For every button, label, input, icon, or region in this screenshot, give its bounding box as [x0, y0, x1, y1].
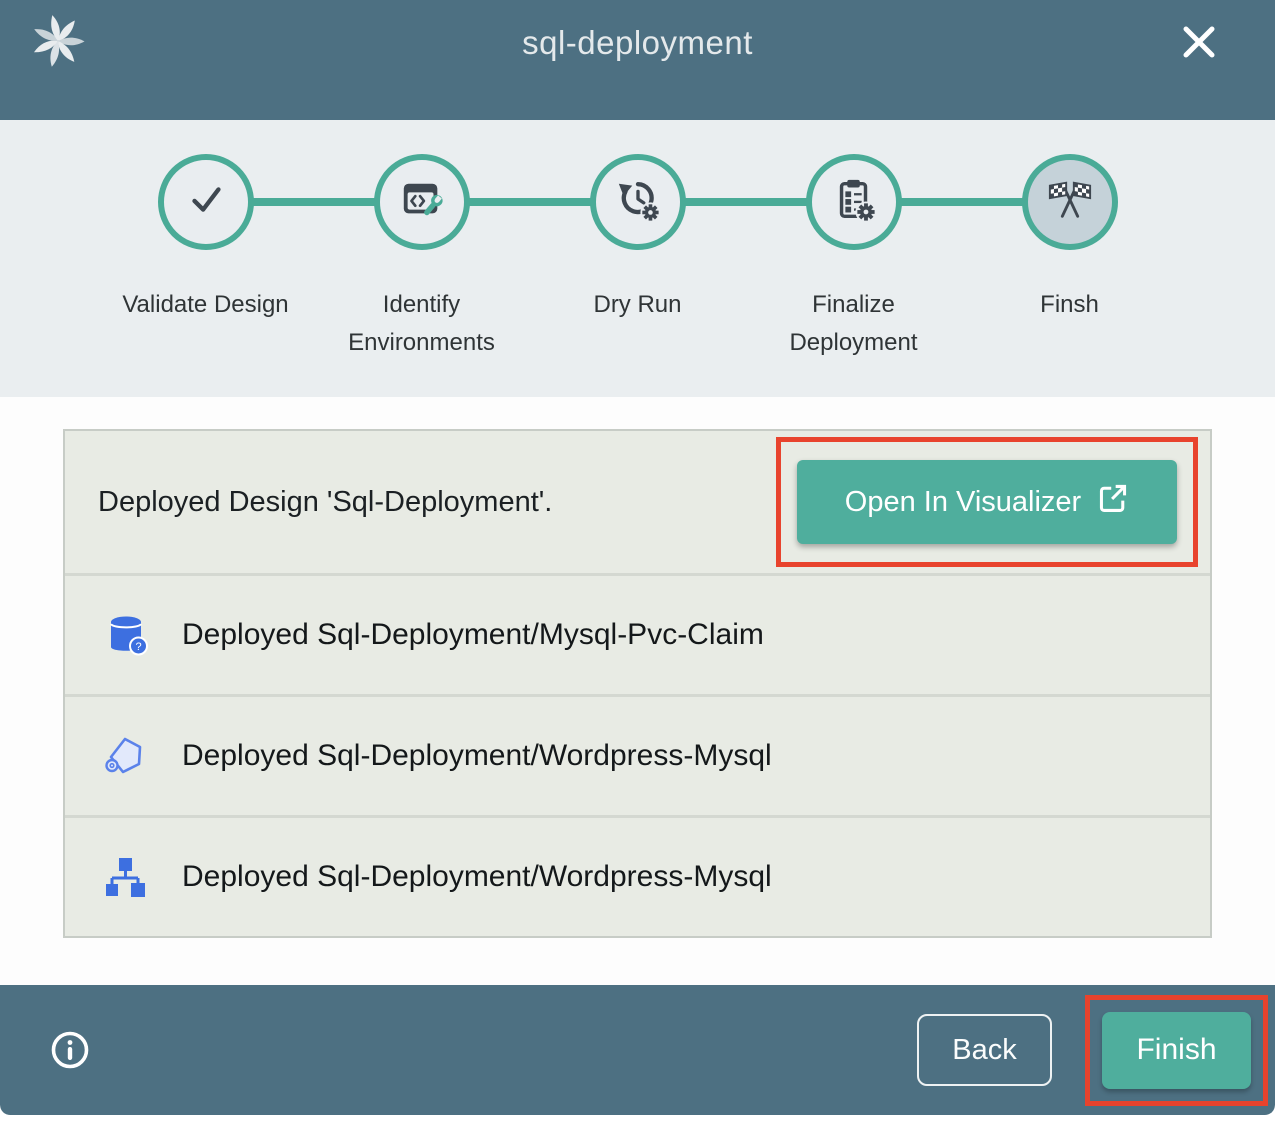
step-circle-finalize[interactable] [806, 154, 902, 250]
step-validate-design: Validate Design [98, 154, 314, 362]
results-area: Deployed Design 'Sql-Deployment'. Open I… [0, 397, 1275, 985]
step-identify-environments: Identify Environments [314, 154, 530, 362]
finish-button[interactable]: Finish [1102, 1012, 1251, 1089]
question-badge: ? [135, 641, 141, 653]
deployed-item-row: Deployed Sql-Deployment/Wordpress-Mysql [65, 815, 1210, 936]
deployed-design-text: Deployed Design 'Sql-Deployment'. [98, 486, 552, 519]
modal-footer: Back Finish [0, 985, 1275, 1115]
step-circle-dry-run[interactable] [590, 154, 686, 250]
highlight-annotation-finish: Finish [1085, 995, 1268, 1106]
step-label: Finalize Deployment [746, 286, 962, 362]
modal-title: sql-deployment [0, 24, 1275, 62]
checkered-flags-icon [1047, 177, 1093, 228]
clipboard-gear-icon [831, 177, 877, 228]
deployed-design-row: Deployed Design 'Sql-Deployment'. Open I… [65, 431, 1210, 573]
step-finalize-deployment: Finalize Deployment [746, 154, 962, 362]
step-circle-identify[interactable] [374, 154, 470, 250]
step-label: Dry Run [593, 286, 681, 324]
highlight-annotation-open-in-visualizer: Open In Visualizer [776, 437, 1198, 567]
step-finish: Finsh [962, 154, 1178, 362]
info-icon[interactable] [50, 1030, 90, 1070]
deployed-item-text: Deployed Sql-Deployment/Wordpress-Mysql [182, 860, 772, 894]
deployment-stepper: Validate Design [0, 120, 1275, 397]
history-gear-icon [615, 177, 661, 228]
step-label: Validate Design [122, 286, 288, 324]
back-button[interactable]: Back [917, 1014, 1052, 1086]
close-icon[interactable] [1173, 16, 1225, 68]
deployed-item-row: ? Deployed Sql-Deployment/Mysql-Pvc-Clai… [65, 573, 1210, 694]
checkmark-icon [183, 177, 229, 228]
step-label: Finsh [1040, 286, 1099, 324]
deployment-modal: sql-deployment Validate Design [0, 0, 1275, 1115]
deployed-item-text: Deployed Sql-Deployment/Wordpress-Mysql [182, 739, 772, 773]
deployed-item-text: Deployed Sql-Deployment/Mysql-Pvc-Claim [182, 618, 764, 652]
step-circle-finish[interactable] [1022, 154, 1118, 250]
modal-header: sql-deployment [0, 0, 1275, 120]
step-label: Identify Environments [314, 286, 530, 362]
pentagon-component-icon [102, 732, 150, 780]
code-window-wrench-icon [399, 177, 445, 228]
results-panel: Deployed Design 'Sql-Deployment'. Open I… [63, 429, 1212, 938]
external-link-icon [1097, 482, 1129, 522]
deployed-item-row: Deployed Sql-Deployment/Wordpress-Mysql [65, 694, 1210, 815]
database-question-icon: ? [102, 611, 150, 659]
step-dry-run: Dry Run [530, 154, 746, 362]
hierarchy-icon [102, 853, 150, 901]
open-in-visualizer-button[interactable]: Open In Visualizer [797, 460, 1177, 544]
open-in-visualizer-label: Open In Visualizer [845, 486, 1081, 519]
step-circle-validate[interactable] [158, 154, 254, 250]
